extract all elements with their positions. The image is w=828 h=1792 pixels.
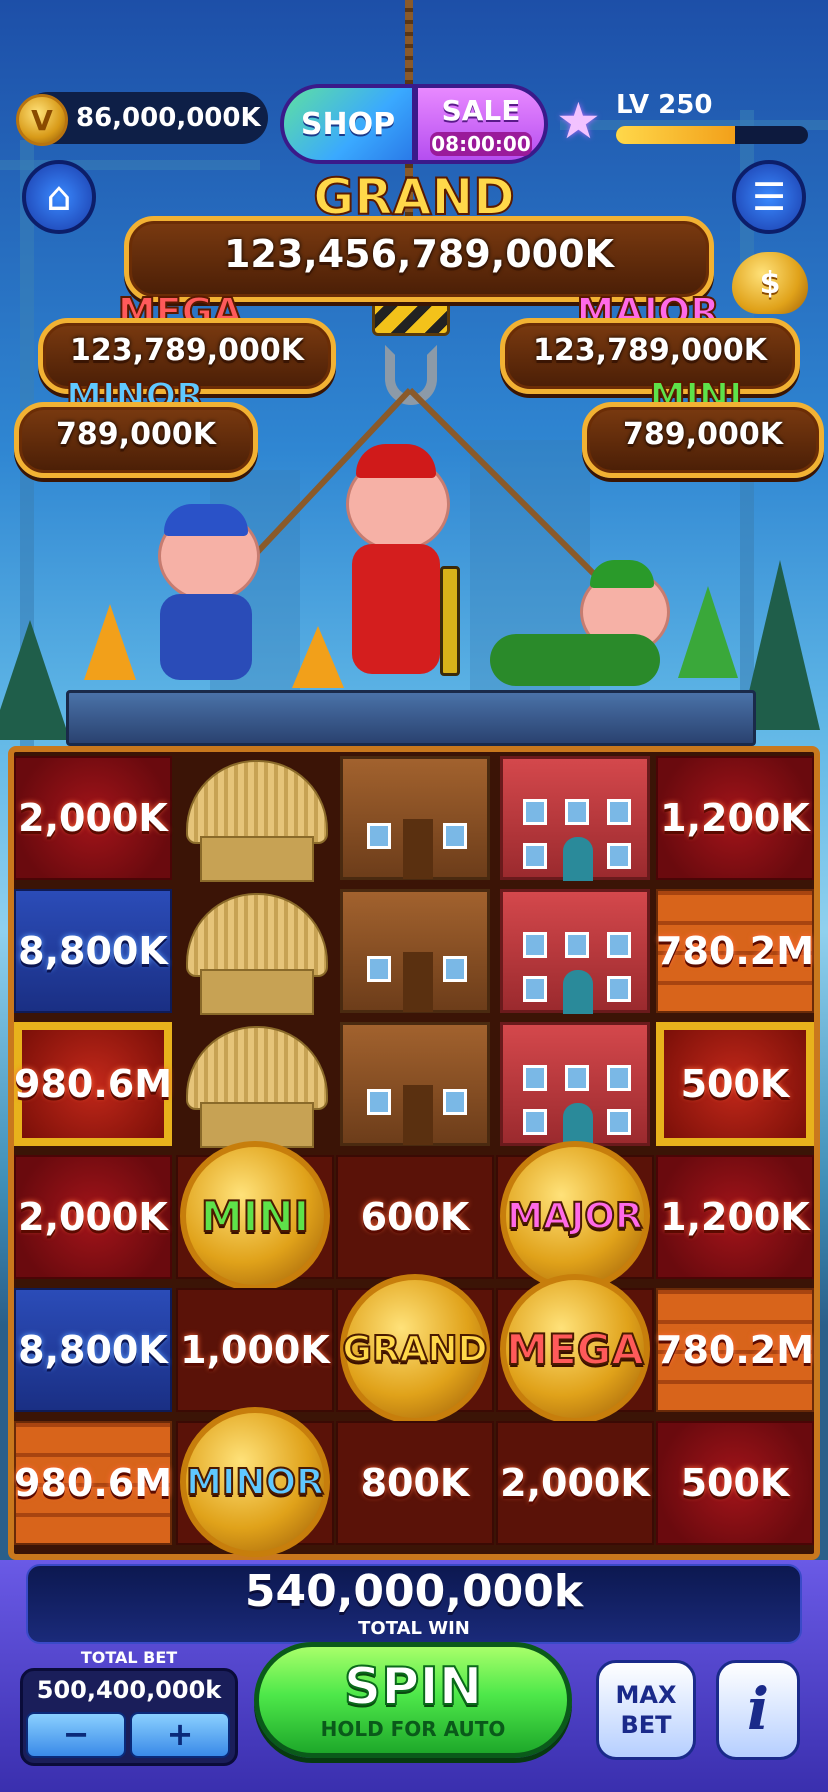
game-screen: V 86,000,000K SHOP SALE 08:00:00 ★ LV 25… [0, 0, 828, 1792]
shop-label: SHOP [300, 106, 396, 142]
brick-house-icon [500, 1022, 650, 1147]
pig-character-green [490, 554, 670, 694]
straw-hut-icon [180, 1022, 330, 1148]
info-icon: i [746, 1675, 770, 1743]
decrease-bet-button[interactable]: − [26, 1712, 126, 1758]
reel-cell-col1-1: 8,800K [14, 889, 172, 1013]
major-jackpot-coin: MAJOR [500, 1141, 650, 1291]
level-progress-fill [616, 126, 736, 144]
reel-cell-col5-3: 1,200K [656, 1155, 814, 1279]
star-icon: ★ [556, 92, 601, 150]
minor-coin-label: MINOR [185, 1461, 325, 1504]
reel-cell-col1-2: 980.6M [14, 1022, 172, 1146]
info-button[interactable]: i [716, 1660, 800, 1760]
mini-jackpot-value: 789,000K [582, 402, 824, 478]
reel-cell-col3-5: 800K [336, 1421, 494, 1545]
max-bet-button[interactable]: MAX BET [596, 1660, 696, 1760]
wooden-house-icon [340, 756, 490, 880]
reel-cell-col1-0: 2,000K [14, 756, 172, 880]
reel-cell-col5-4: 780.2M [656, 1288, 814, 1412]
level-progress-bar [616, 126, 808, 144]
steel-beam [66, 690, 756, 746]
spin-sublabel: HOLD FOR AUTO [320, 1717, 506, 1741]
reel-cell-col2-4: 1,000K [176, 1288, 334, 1412]
total-bet-label: TOTAL BET [80, 1648, 178, 1667]
sale-button[interactable]: SALE 08:00:00 [414, 84, 548, 164]
total-win-label: TOTAL WIN [358, 1618, 470, 1639]
shop-button[interactable]: SHOP [280, 84, 416, 164]
coin-icon: V [16, 94, 68, 146]
grand-coin-label: GRAND [341, 1328, 488, 1371]
mega-jackpot-coin: MEGA [500, 1274, 650, 1424]
reel-cell-col1-3: 2,000K [14, 1155, 172, 1279]
mega-coin-label: MEGA [505, 1324, 644, 1375]
reel-cell-col1-5: 980.6M [14, 1421, 172, 1545]
reel-cell-col5-5: 500K [656, 1421, 814, 1545]
total-win-value: 540,000,000k [244, 1566, 584, 1617]
straw-hut-icon [180, 889, 330, 1015]
bet-label: BET [620, 1711, 672, 1739]
wooden-house-icon [340, 1022, 490, 1146]
sale-timer: 08:00:00 [430, 132, 532, 156]
reel-cell-col5-1: 780.2M [656, 889, 814, 1013]
grand-jackpot-coin: GRAND [340, 1274, 490, 1424]
sale-label: SALE [441, 94, 521, 127]
home-button[interactable]: ⌂ [22, 160, 96, 234]
max-label: MAX [615, 1681, 677, 1709]
straw-hut-icon [180, 756, 330, 882]
traffic-cone-right [678, 586, 738, 678]
reel-grid: 2,000K 8,800K 980.6M 2,000K 8,800K 980.6M 1,20… [14, 752, 814, 1557]
reel-cell-col4-5: 2,000K [496, 1421, 654, 1545]
major-coin-label: MAJOR [506, 1195, 643, 1238]
reel-cell-col1-4: 8,800K [14, 1288, 172, 1412]
spin-label: SPIN [343, 1656, 483, 1718]
total-bet-value: 500,400,000k [36, 1676, 222, 1704]
home-icon: ⌂ [46, 174, 72, 220]
level-label: LV 250 [616, 90, 713, 120]
brick-house-icon [500, 756, 650, 881]
menu-button[interactable]: ☰ [732, 160, 806, 234]
reel-cell-col5-2: 500K [656, 1022, 814, 1146]
jackhammer-icon [440, 566, 460, 676]
reel-cell-col5-0: 1,200K [656, 756, 814, 880]
increase-bet-button[interactable]: + [130, 1712, 230, 1758]
traffic-cone-left [84, 604, 136, 680]
traffic-cone-mid [292, 626, 344, 688]
minor-jackpot-value: 789,000K [14, 402, 258, 478]
mini-jackpot-coin: MINI [180, 1141, 330, 1291]
mini-coin-label: MINI [200, 1191, 310, 1242]
piggy-bank-icon[interactable]: $ [732, 252, 808, 314]
brick-house-icon [500, 889, 650, 1014]
coin-balance-value: 86,000,000K [76, 103, 261, 133]
wooden-house-icon [340, 889, 490, 1013]
reel-cell-col3-3: 600K [336, 1155, 494, 1279]
spin-button[interactable]: SPIN HOLD FOR AUTO [254, 1642, 572, 1758]
menu-icon: ☰ [751, 175, 787, 219]
pig-character-blue [140, 504, 270, 680]
minor-jackpot-coin: MINOR [180, 1407, 330, 1557]
